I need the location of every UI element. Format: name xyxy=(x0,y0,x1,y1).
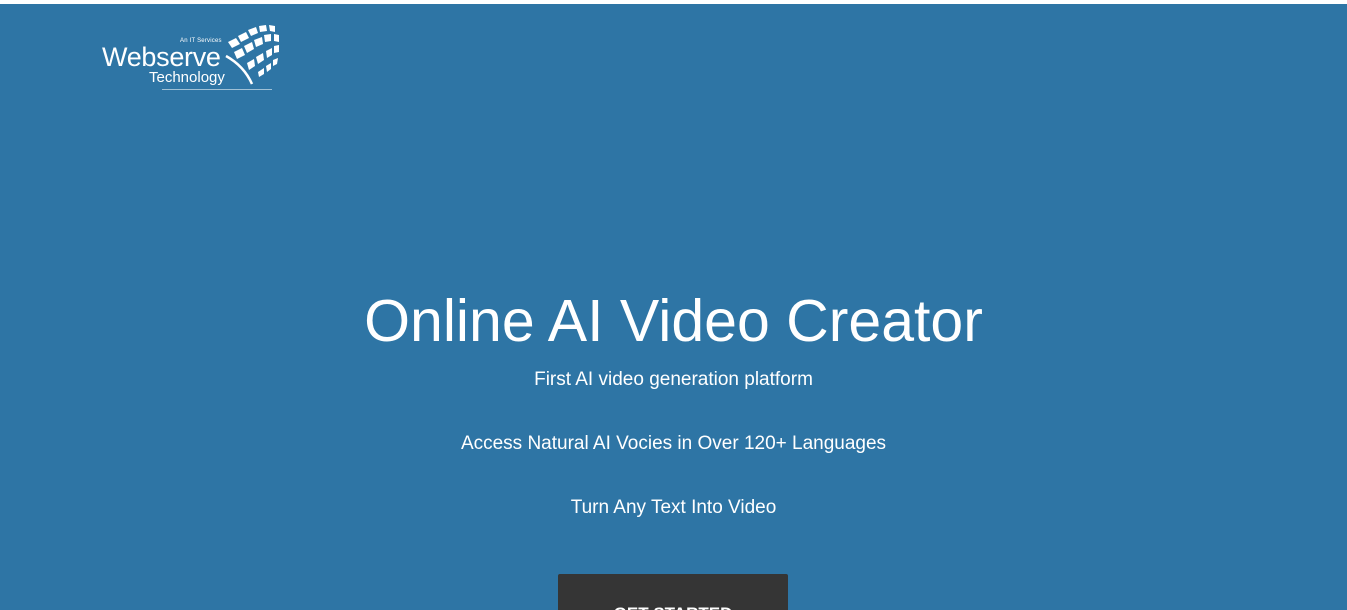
logo-subtitle: Technology xyxy=(149,69,225,86)
hero-section: An IT Services Webserve Technology Onlin… xyxy=(0,4,1347,610)
get-started-button[interactable]: GET STARTED xyxy=(558,574,788,610)
logo-wordmark: Webserve xyxy=(102,42,221,72)
hero-headline: Online AI Video Creator xyxy=(364,288,983,354)
webserve-logo[interactable]: An IT Services Webserve Technology xyxy=(102,22,287,94)
grid-swoosh-logo-icon xyxy=(225,25,279,85)
hero-subline-text-to-video: Turn Any Text Into Video xyxy=(570,497,777,518)
logo-underline xyxy=(162,89,272,90)
hero-subline-languages: Access Natural AI Vocies in Over 120+ La… xyxy=(460,433,887,454)
hero-subline-platform: First AI video generation platform xyxy=(534,369,813,390)
